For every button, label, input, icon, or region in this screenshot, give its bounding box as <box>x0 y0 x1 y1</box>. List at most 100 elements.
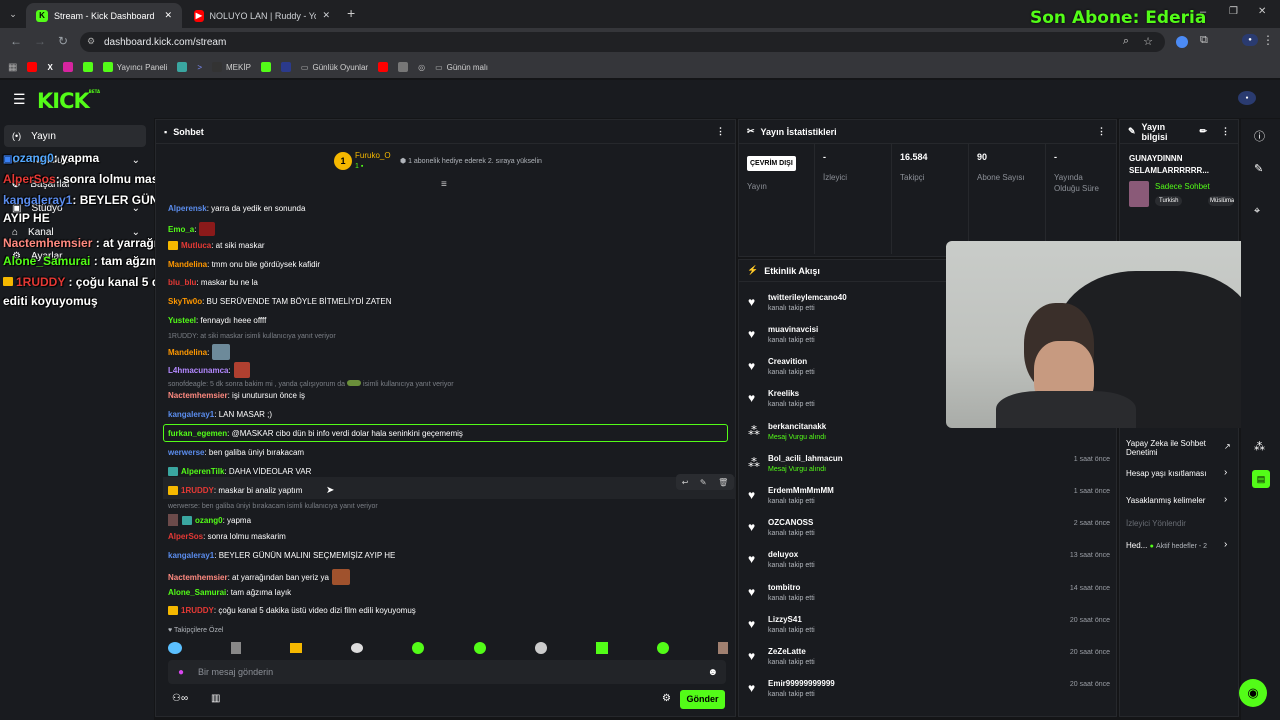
ai-moderation-item[interactable]: Yapay Zeka ile Sohbet Denetimi <box>1126 439 1222 457</box>
profile-avatar[interactable]: ● <box>1242 34 1258 46</box>
pin-icon[interactable]: ✎ <box>700 478 707 487</box>
chevron-right-icon[interactable]: › <box>1224 467 1227 478</box>
extensions-puzzle-icon[interactable]: ⧉ <box>1200 34 1208 47</box>
apps-grid-icon[interactable]: ▦ <box>8 62 17 73</box>
tab-list-icon[interactable]: ⌄ <box>6 7 20 21</box>
goals-item[interactable]: Hed... ● Aktif hedefler - 2 <box>1126 541 1207 550</box>
crown-badge-icon <box>168 486 178 495</box>
bookmark-mekip[interactable]: MEKİP <box>212 62 251 72</box>
category-name[interactable]: Sadece Sohbet <box>1155 182 1210 191</box>
reply-context[interactable]: sonofdeagle: 5 dk sonra bakim mi , yanda… <box>168 380 454 388</box>
kick-favicon-icon: K <box>36 9 48 22</box>
activity-item[interactable]: ♥ tombitro kanalı takip etti 14 saat önce <box>748 583 1110 615</box>
extension-icon[interactable] <box>1176 36 1188 48</box>
activity-item[interactable]: ♥ deluyox kanalı takip etti 13 saat önce <box>748 550 1110 582</box>
youtube-bookmark-icon[interactable] <box>27 62 38 72</box>
chat-message: Emo_a: <box>168 222 216 236</box>
back-icon[interactable]: ← <box>10 34 22 48</box>
rail-action-icon[interactable]: ▤ <box>1252 470 1270 488</box>
reply-context[interactable]: 1RUDDY: at siki maskar isimli kullanıcıy… <box>168 333 336 340</box>
microphone-icon[interactable]: ● <box>178 667 184 678</box>
globe-icon[interactable]: ◎ <box>418 63 425 72</box>
browser-menu-icon[interactable]: ⋮ <box>1262 33 1274 47</box>
instagram-bookmark-icon[interactable] <box>62 62 73 72</box>
emote-icon[interactable] <box>351 643 364 653</box>
emote-icon[interactable] <box>412 642 425 654</box>
bookmark-icon[interactable]: > <box>197 63 202 72</box>
focus-icon[interactable]: ⌖ <box>1254 205 1260 218</box>
bookmark-icon[interactable] <box>177 62 188 72</box>
forward-icon[interactable]: → <box>34 34 46 48</box>
bookmark-gunluk-oyunlar[interactable]: ▭ Günlük Oyunlar <box>301 63 368 72</box>
emote-icon[interactable] <box>290 643 303 653</box>
collapse-icon[interactable]: ≡ <box>441 179 447 190</box>
emoji-icon[interactable]: ☻ <box>707 667 718 678</box>
user-avatar[interactable]: ● <box>1238 91 1256 105</box>
reply-context[interactable]: werwerse: ben galiba üniyi bırakacam isi… <box>168 503 378 510</box>
activity-item[interactable]: ♥ Emir99999999999 kanalı takip etti 20 saat… <box>748 679 1110 711</box>
emote-category-label: ♥ Takipçilere Özel <box>168 627 224 634</box>
restore-icon[interactable]: ❐ <box>1229 6 1238 17</box>
store-icon[interactable]: ▥ <box>211 693 220 704</box>
stats-menu-icon[interactable]: ⋮ <box>1097 126 1106 137</box>
tab-kick-dashboard[interactable]: K Stream - Kick Dashboard ✕ <box>26 3 182 28</box>
top-gifter-name[interactable]: Furuko_O <box>355 151 391 160</box>
emote-icon[interactable] <box>595 642 608 654</box>
reload-icon[interactable]: ↻ <box>58 34 68 48</box>
tab-youtube[interactable]: ▶ NOLUYO LAN | Ruddy - YouTube ✕ <box>184 3 340 28</box>
new-tab-icon[interactable]: + <box>347 5 355 21</box>
image-bookmark-icon[interactable] <box>398 62 409 72</box>
support-chat-icon[interactable]: ◉ <box>1239 679 1267 707</box>
banned-words-item[interactable]: Yasaklanmış kelimeler <box>1126 496 1205 505</box>
close-tab-icon[interactable]: ✕ <box>164 10 172 21</box>
delete-icon[interactable]: 🗑 <box>718 478 728 487</box>
url-bar[interactable]: ⚙ dashboard.kick.com/stream ⌕ ☆ <box>80 32 1165 52</box>
browser-tab-bar: ⌄ K Stream - Kick Dashboard ✕ ▶ NOLUYO L… <box>0 0 1280 28</box>
chat-menu-icon[interactable]: ⋮ <box>716 126 725 137</box>
sidebar-item-yayin[interactable]: (•) Yayın <box>4 125 146 147</box>
chevron-right-icon[interactable]: › <box>1224 494 1227 505</box>
bookmark-gunun-mali[interactable]: ▭ Günün malı <box>435 63 488 72</box>
zoom-icon[interactable]: ⌕ <box>1123 35 1129 48</box>
connections-icon[interactable]: ⁂ <box>1254 440 1265 453</box>
chat-settings-icon[interactable]: ⚙ <box>662 693 671 704</box>
activity-item[interactable]: ⁂ Bol_acili_lahmacun Mesaj Vurgu alındı 1 s… <box>748 454 1110 486</box>
emote-icon[interactable] <box>473 642 486 654</box>
account-age-item[interactable]: Hesap yaşı kısıtlaması <box>1126 469 1206 478</box>
bookmark-star-icon[interactable]: ☆ <box>1143 35 1153 48</box>
bookmark-icon[interactable] <box>280 62 291 72</box>
tab-title: Stream - Kick Dashboard <box>54 10 155 21</box>
activity-item[interactable]: ♥ ZeZeLatte kanalı takip etti 20 saat önce <box>748 647 1110 679</box>
emote-icon[interactable] <box>656 642 669 654</box>
hamburger-menu-icon[interactable]: ☰ <box>13 91 26 108</box>
minimize-icon[interactable]: – <box>1200 6 1206 18</box>
edit-icon[interactable]: ✏ <box>1199 126 1207 137</box>
reply-icon[interactable]: ↩ <box>682 478 689 487</box>
activity-item[interactable]: ♥ LizzyS41 kanalı takip etti 20 saat önce <box>748 615 1110 647</box>
emote-icon[interactable] <box>231 642 242 654</box>
external-link-icon[interactable]: ↗ <box>1224 442 1231 451</box>
activity-item[interactable]: ♥ OZCANOSS kanalı takip etti 2 saat önce <box>748 518 1110 550</box>
bookmark-yayinci-paneli[interactable]: Yayıncı Paneli <box>102 62 167 72</box>
pen-icon[interactable]: ✎ <box>1254 162 1263 175</box>
send-button[interactable]: Gönder <box>680 690 725 709</box>
youtube-bookmark-icon[interactable] <box>378 62 389 72</box>
close-window-icon[interactable]: ✕ <box>1258 6 1266 17</box>
x-bookmark-icon[interactable]: X <box>47 63 52 72</box>
chat-input[interactable]: ● Bir mesaj gönderin ☻ <box>168 660 726 684</box>
emote-icon[interactable] <box>717 642 728 654</box>
info-icon[interactable]: ⓘ <box>1254 128 1265 144</box>
kick-bookmark-icon[interactable] <box>260 62 271 72</box>
close-tab-icon[interactable]: ✕ <box>322 10 330 21</box>
emote-icon[interactable] <box>168 642 182 654</box>
kick-bookmark-icon[interactable] <box>82 62 93 72</box>
chat-tools-icon[interactable]: ⚇∞ <box>172 693 188 704</box>
stream-info-menu-icon[interactable]: ⋮ <box>1221 126 1230 137</box>
activity-item[interactable]: ♥ ErdemMmMmMM kanalı takip etti 1 saat önce <box>748 486 1110 518</box>
emote-icon[interactable] <box>534 642 547 654</box>
raid-item[interactable]: İzleyici Yönlendir <box>1126 519 1186 528</box>
crown-badge-icon <box>168 241 178 250</box>
site-info-icon[interactable]: ⚙ <box>87 36 95 47</box>
kick-logo[interactable]: KICKBETA <box>37 89 100 113</box>
chevron-right-icon[interactable]: › <box>1224 539 1227 550</box>
